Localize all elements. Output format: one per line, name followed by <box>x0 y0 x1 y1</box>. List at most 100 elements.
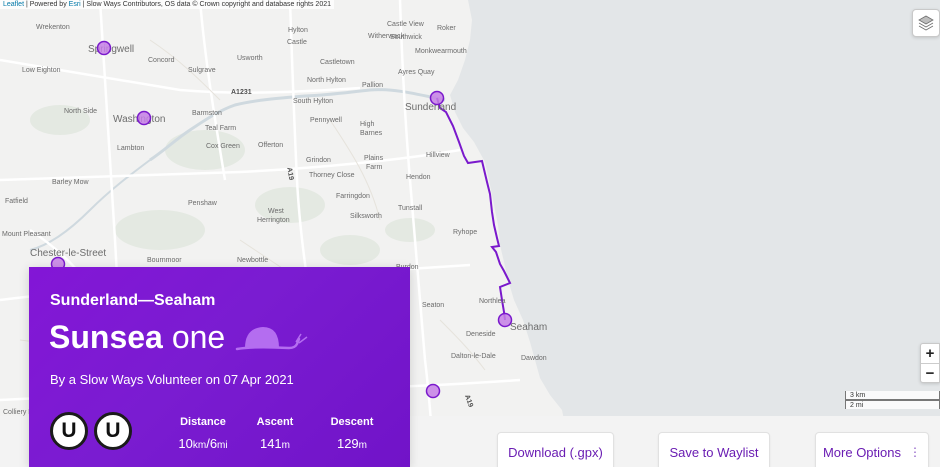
svg-text:Mount Pleasant: Mount Pleasant <box>2 231 51 238</box>
svg-text:Cox Green: Cox Green <box>206 143 240 150</box>
download-gpx-label: Download (.gpx) <box>508 444 603 460</box>
svg-text:Low Eighton: Low Eighton <box>22 67 61 74</box>
snail-icon <box>235 326 308 351</box>
ascent-unit: m <box>281 440 291 451</box>
save-to-waylist-label: Save to Waylist <box>669 444 759 460</box>
svg-text:Dawdon: Dawdon <box>521 355 547 362</box>
svg-text:West: West <box>268 208 284 215</box>
unverified-badge[interactable]: U <box>94 412 132 450</box>
svg-text:Hillview: Hillview <box>426 152 451 159</box>
stat-ascent: Ascent 141m <box>249 416 301 451</box>
svg-text:Teal Farm: Teal Farm <box>205 125 236 132</box>
svg-text:Fatfield: Fatfield <box>5 198 28 205</box>
svg-text:North Side: North Side <box>64 108 97 115</box>
route-name: Sunderland—Seaham <box>50 292 216 309</box>
svg-text:Usworth: Usworth <box>237 55 263 62</box>
svg-text:Hendon: Hendon <box>406 174 431 181</box>
unverified-badge[interactable]: U <box>50 412 88 450</box>
svg-text:Grindon: Grindon <box>306 157 331 164</box>
map-attribution: Leaflet | Powered by Esri | Slow Ways Co… <box>0 0 335 9</box>
stat-ascent-label: Ascent <box>256 416 294 428</box>
kebab-icon: ⋮ <box>909 445 922 459</box>
svg-text:Concord: Concord <box>148 57 175 64</box>
svg-text:Farm: Farm <box>366 164 383 171</box>
distance-km-unit: km <box>192 440 207 451</box>
svg-text:Sunderland: Sunderland <box>405 102 456 113</box>
route-card: Sunderland—Seaham Sunsea one By a Slow W… <box>29 267 410 467</box>
ascent-number: 141 <box>259 436 282 451</box>
descent-unit: m <box>358 440 368 451</box>
svg-text:Southwick: Southwick <box>390 34 422 41</box>
svg-text:Castle: Castle <box>287 39 307 46</box>
layers-button[interactable] <box>912 9 940 37</box>
svg-text:A1231: A1231 <box>231 89 252 96</box>
svg-text:South Hylton: South Hylton <box>293 98 333 105</box>
svg-text:Bournmoor: Bournmoor <box>147 257 182 264</box>
stat-distance: Distance 10km/6mi <box>174 416 232 451</box>
attribution-text: | Slow Ways Contributors, OS data © Crow… <box>80 1 332 8</box>
marker-sunderland <box>429 90 445 106</box>
esri-link[interactable]: Esri <box>69 1 81 8</box>
svg-text:High: High <box>360 121 375 128</box>
descent-number: 129 <box>336 436 359 451</box>
more-options-button[interactable]: More Options ⋮ <box>815 432 929 467</box>
svg-text:Barley Mow: Barley Mow <box>52 179 90 186</box>
zoom-control: + − <box>920 343 940 383</box>
svg-text:Barnes: Barnes <box>360 130 383 137</box>
svg-text:Thorney Close: Thorney Close <box>309 172 355 179</box>
svg-text:Herrington: Herrington <box>257 217 290 224</box>
stat-distance-label: Distance <box>180 416 226 428</box>
layers-icon <box>918 15 934 31</box>
marker-washington <box>136 110 152 126</box>
svg-text:Farringdon: Farringdon <box>336 193 370 200</box>
stat-descent-label: Descent <box>330 416 374 428</box>
svg-text:Silksworth: Silksworth <box>350 213 382 220</box>
marker-seaham <box>497 312 513 328</box>
stat-ascent-value: 141m <box>249 436 301 451</box>
svg-text:Sulgrave: Sulgrave <box>188 67 216 74</box>
svg-text:Pennywell: Pennywell <box>310 117 342 124</box>
scale-km: 3 km <box>845 391 940 400</box>
stat-distance-value: 10km/6mi <box>174 436 232 451</box>
zoom-in-button[interactable]: + <box>921 344 939 363</box>
map-page: Wrekenton Springwell Low Eighton Concord… <box>0 0 940 467</box>
distance-mi-unit: mi <box>217 440 228 451</box>
svg-text:North Hylton: North Hylton <box>307 77 346 84</box>
svg-text:Ayres Quay: Ayres Quay <box>398 69 435 76</box>
leaflet-link[interactable]: Leaflet <box>3 1 24 8</box>
svg-text:Tunstall: Tunstall <box>398 205 423 212</box>
svg-text:Chester-le-Street: Chester-le-Street <box>30 248 106 259</box>
route-title-main: Sunsea <box>49 319 163 355</box>
distance-km: 10 <box>178 436 193 451</box>
svg-text:Castle View: Castle View <box>387 21 425 28</box>
svg-text:Offerton: Offerton <box>258 142 283 149</box>
distance-mi: 6 <box>209 436 218 451</box>
scale-mi: 2 mi <box>845 400 940 409</box>
save-to-waylist-button[interactable]: Save to Waylist <box>658 432 770 467</box>
svg-text:Wrekenton: Wrekenton <box>36 24 70 31</box>
svg-text:Plains: Plains <box>364 155 384 162</box>
svg-text:Deneside: Deneside <box>466 331 496 338</box>
stat-descent-value: 129m <box>322 436 382 451</box>
route-title-sub: one <box>171 319 226 355</box>
attribution-sep: | Powered by <box>24 1 69 8</box>
route-byline: By a Slow Ways Volunteer on 07 Apr 2021 <box>50 372 294 387</box>
marker-springwell <box>96 40 112 56</box>
svg-text:Hylton: Hylton <box>288 27 308 34</box>
marker-south <box>425 383 441 399</box>
svg-text:Roker: Roker <box>437 25 456 32</box>
download-gpx-button[interactable]: Download (.gpx) <box>497 432 614 467</box>
svg-text:Dalton-le-Dale: Dalton-le-Dale <box>451 353 496 360</box>
more-options-label: More Options <box>822 444 902 460</box>
svg-text:Ryhope: Ryhope <box>453 229 477 236</box>
svg-text:Northlea: Northlea <box>479 298 506 305</box>
svg-text:Seaton: Seaton <box>422 302 444 309</box>
map-scale: 3 km 2 mi <box>845 391 940 409</box>
svg-text:Seaham: Seaham <box>510 322 547 333</box>
route-title: Sunsea one <box>49 319 309 356</box>
stat-descent: Descent 129m <box>322 416 382 451</box>
svg-text:Pallion: Pallion <box>362 82 383 89</box>
svg-text:Newbottle: Newbottle <box>237 257 268 264</box>
zoom-out-button[interactable]: − <box>921 363 939 383</box>
svg-text:Lambton: Lambton <box>117 145 144 152</box>
